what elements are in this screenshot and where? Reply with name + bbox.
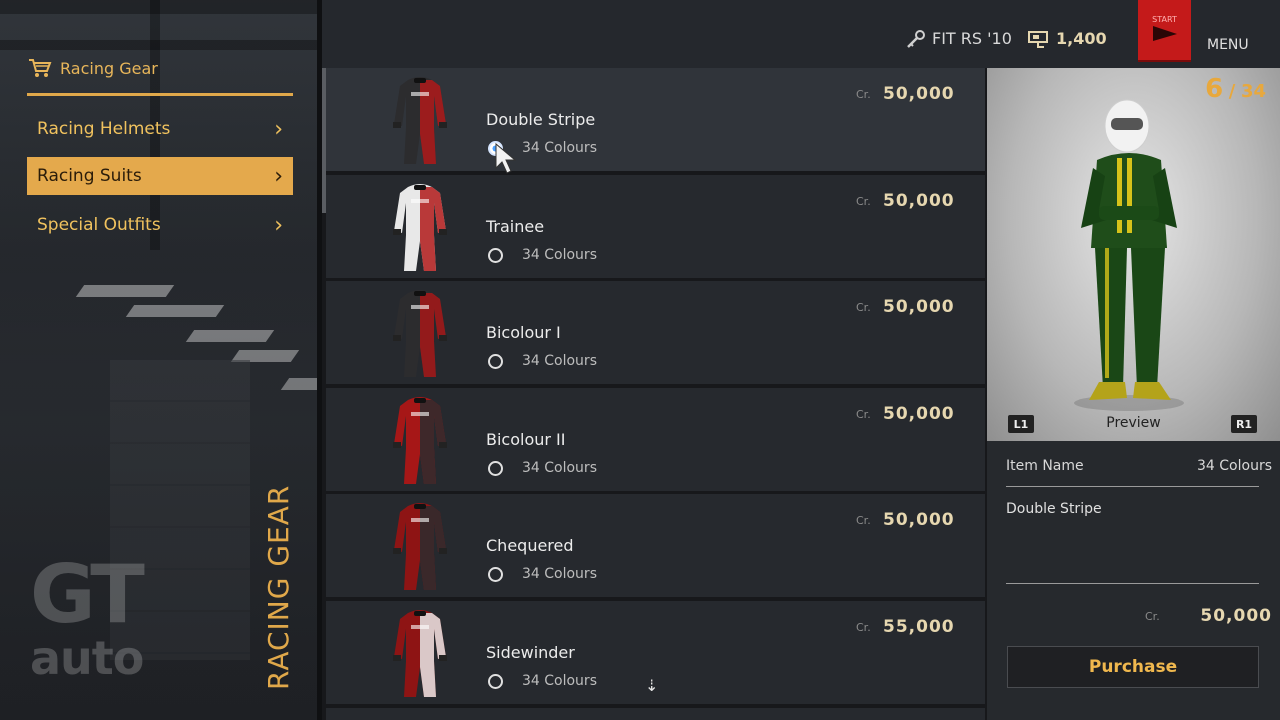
color-radio[interactable] xyxy=(488,674,503,689)
color-radio[interactable] xyxy=(488,567,503,582)
list-item-chequered[interactable]: Chequered 34 Colours Cr. 50,000 xyxy=(326,494,985,597)
suit-thumbnail xyxy=(393,503,447,590)
currency-label: Cr. xyxy=(856,408,871,421)
chevron-right-icon: › xyxy=(274,116,283,142)
pointer-cursor-icon xyxy=(495,142,517,174)
item-price: 50,000 xyxy=(883,510,955,530)
currency-label: Cr. xyxy=(856,621,871,634)
info-divider xyxy=(1006,486,1259,487)
color-radio[interactable] xyxy=(488,354,503,369)
currency-label: Cr. xyxy=(856,195,871,208)
item-price: 50,000 xyxy=(883,84,955,104)
chevron-right-icon: › xyxy=(274,212,283,238)
item-price: 55,000 xyxy=(883,617,955,637)
currency-label: Cr. xyxy=(856,301,871,314)
color-radio[interactable] xyxy=(488,248,503,263)
sidebar-item-special-outfits[interactable]: Special Outfits › xyxy=(27,206,293,244)
item-colours: 34 Colours xyxy=(522,566,597,582)
suit-thumbnail xyxy=(393,290,447,377)
item-name: Sidewinder xyxy=(486,643,575,662)
item-colours: 34 Colours xyxy=(522,247,597,263)
suit-thumbnail xyxy=(393,184,447,271)
suit-list: Double Stripe 34 Colours Cr. 50,000 Trai… xyxy=(322,68,987,720)
list-item-trainee[interactable]: Trainee 34 Colours Cr. 50,000 xyxy=(326,175,985,278)
list-item-double-stripe[interactable]: Double Stripe 34 Colours Cr. 50,000 xyxy=(326,68,985,171)
r1-button[interactable]: R1 xyxy=(1231,415,1257,433)
counter-separator: / xyxy=(1228,81,1236,102)
sidebar: Racing Gear Racing Helmets › Racing Suit… xyxy=(0,0,318,720)
start-button[interactable]: START xyxy=(1138,0,1191,62)
key-icon xyxy=(907,29,925,48)
category-title: Racing Gear xyxy=(60,58,158,78)
chevron-right-icon: › xyxy=(274,163,283,189)
sidebar-item-label: Racing Helmets xyxy=(37,119,171,139)
scroll-down-icon[interactable]: ⇣ xyxy=(645,676,658,695)
currency-label: Cr. xyxy=(856,88,871,101)
list-item-next[interactable] xyxy=(326,708,985,720)
logo-text: GT xyxy=(30,548,145,641)
credit-balance: 1,400 xyxy=(1028,29,1107,48)
currency-label: Cr. xyxy=(856,514,871,527)
colour-count: 34 Colours xyxy=(1197,458,1272,474)
currency-label: Cr. xyxy=(1145,610,1160,623)
item-name: Bicolour I xyxy=(486,323,561,342)
current-car: FIT RS '10 xyxy=(906,29,1012,48)
start-label: START xyxy=(1152,14,1177,24)
credits-icon xyxy=(1028,30,1048,48)
purchase-button[interactable]: Purchase xyxy=(1007,646,1259,688)
item-name: Chequered xyxy=(486,536,574,555)
item-name-label: Item Name xyxy=(1006,458,1084,474)
item-colours: 34 Colours xyxy=(522,673,597,689)
color-radio[interactable] xyxy=(488,461,503,476)
item-colours: 34 Colours xyxy=(522,353,597,369)
suit-thumbnail xyxy=(393,397,447,484)
suit-thumbnail xyxy=(393,77,447,164)
category-header: Racing Gear xyxy=(28,58,158,78)
list-item-bicolour-i[interactable]: Bicolour I 34 Colours Cr. 50,000 xyxy=(326,281,985,384)
suit-thumbnail xyxy=(393,610,447,697)
item-colours: 34 Colours xyxy=(522,140,597,156)
item-price: 50,000 xyxy=(883,191,955,211)
selected-item-price: 50,000 xyxy=(1200,606,1272,626)
item-price: 50,000 xyxy=(883,297,955,317)
sidebar-item-racing-helmets[interactable]: Racing Helmets › xyxy=(27,110,293,148)
list-item-bicolour-ii[interactable]: Bicolour II 34 Colours Cr. 50,000 xyxy=(326,388,985,491)
gt-auto-logo: GT auto xyxy=(30,555,180,695)
selected-item-name: Double Stripe xyxy=(1006,501,1102,517)
credits-value: 1,400 xyxy=(1056,29,1107,48)
sidebar-item-label: Racing Suits xyxy=(37,166,142,186)
category-divider xyxy=(27,93,293,96)
item-name: Bicolour II xyxy=(486,430,566,449)
play-icon xyxy=(1152,25,1177,41)
item-colours: 34 Colours xyxy=(522,460,597,476)
menu-button[interactable]: MENU xyxy=(1207,37,1249,53)
suit-preview: 6 / 34 L1 Preview R1 xyxy=(987,68,1280,441)
preview-panel: 6 / 34 L1 Preview R1 Item Name 34 Colour… xyxy=(987,68,1280,720)
info-divider xyxy=(1006,583,1259,584)
car-name: FIT RS '10 xyxy=(932,29,1012,48)
section-title: RACING GEAR xyxy=(262,484,295,690)
item-name: Double Stripe xyxy=(486,110,596,129)
item-price: 50,000 xyxy=(883,404,955,424)
sidebar-item-label: Special Outfits xyxy=(37,215,161,235)
cart-icon xyxy=(29,59,52,77)
item-name: Trainee xyxy=(486,217,545,236)
colour-counter: 6 / 34 xyxy=(1205,74,1266,104)
top-bar: FIT RS '10 1,400 START MENU xyxy=(322,0,1280,68)
logo-subtext: auto xyxy=(30,631,144,685)
counter-total: 34 xyxy=(1240,81,1266,102)
sidebar-item-racing-suits[interactable]: Racing Suits › xyxy=(27,157,293,195)
driver-model xyxy=(1074,99,1184,411)
counter-current: 6 xyxy=(1205,74,1224,104)
